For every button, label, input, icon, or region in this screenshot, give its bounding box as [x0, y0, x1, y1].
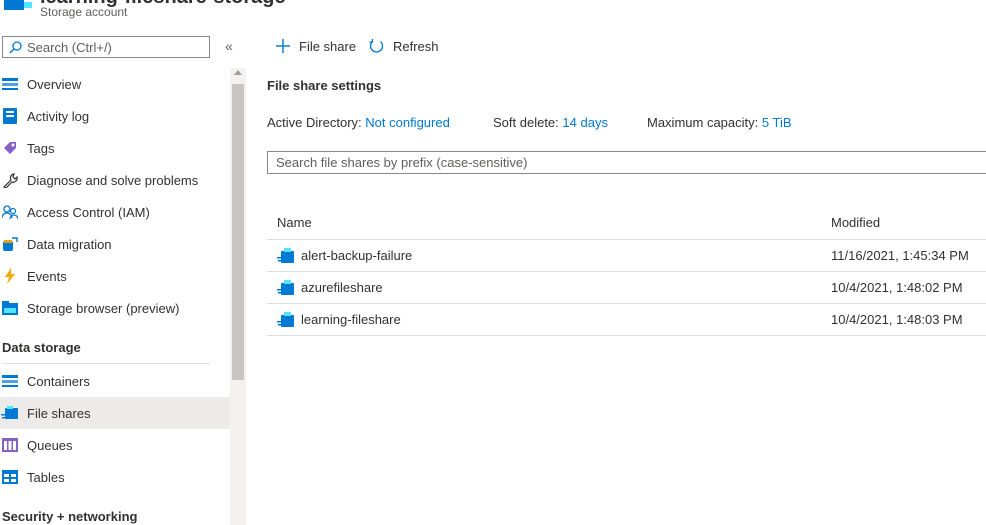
queues-icon — [1, 436, 19, 454]
section-divider — [2, 363, 210, 364]
active-directory-label: Active Directory: — [267, 115, 362, 130]
storage-account-icon — [4, 0, 32, 10]
sidebar-item-label: Diagnose and solve problems — [27, 172, 199, 188]
sidebar-search-input[interactable]: Search (Ctrl+/) — [2, 36, 210, 58]
active-directory-setting: Active Directory: Not configured — [267, 115, 450, 130]
sidebar-item-label: Activity log — [27, 108, 90, 124]
maximum-capacity-setting: Maximum capacity: 5 TiB — [647, 115, 792, 130]
sidebar-item-label: File shares — [27, 405, 91, 421]
table-row[interactable]: learning-fileshare 10/4/2021, 1:48:03 PM — [267, 304, 986, 336]
sidebar-item-label: Tags — [27, 140, 55, 156]
search-icon — [9, 41, 22, 54]
file-share-icon — [1, 404, 19, 422]
column-header-modified[interactable]: Modified — [831, 215, 880, 230]
scroll-up-icon[interactable] — [234, 70, 242, 75]
file-share-name: alert-backup-failure — [301, 248, 413, 263]
sidebar-item-label: Queues — [27, 437, 73, 453]
section-security-networking: Security + networking — [2, 509, 138, 524]
sidebar-scrollbar-thumb[interactable] — [232, 84, 244, 380]
sidebar-item-label: Containers — [27, 373, 90, 389]
file-share-modified: 10/4/2021, 1:48:03 PM — [831, 312, 963, 327]
column-header-name[interactable]: Name — [277, 215, 312, 230]
maximum-capacity-link[interactable]: 5 TiB — [762, 115, 792, 130]
sidebar-item-events[interactable]: Events — [0, 260, 230, 292]
file-share-icon — [277, 248, 295, 267]
refresh-label: Refresh — [393, 39, 439, 54]
file-share-icon — [277, 280, 295, 299]
sidebar-item-overview[interactable]: Overview — [0, 68, 230, 100]
lightning-icon — [1, 267, 19, 285]
tag-icon — [1, 139, 19, 157]
data-migration-icon — [1, 235, 19, 253]
page-subtitle: Storage account — [40, 5, 128, 19]
soft-delete-link[interactable]: 14 days — [562, 115, 608, 130]
sidebar-item-tags[interactable]: Tags — [0, 132, 230, 164]
sidebar-item-storage-browser[interactable]: Storage browser (preview) — [0, 292, 230, 324]
table-row[interactable]: azurefileshare 10/4/2021, 1:48:02 PM — [267, 272, 986, 304]
sidebar-item-label: Tables — [27, 469, 65, 485]
collapse-sidebar-icon[interactable]: « — [225, 38, 233, 54]
sidebar-item-queues[interactable]: Queues — [0, 429, 230, 461]
plus-icon — [276, 39, 290, 53]
sidebar-item-label: Overview — [27, 76, 82, 92]
table-row[interactable]: alert-backup-failure 11/16/2021, 1:45:34… — [267, 240, 986, 272]
sidebar-item-file-shares[interactable]: File shares — [0, 397, 230, 429]
file-share-search-input[interactable]: Search file shares by prefix (case-sensi… — [267, 151, 986, 174]
sidebar-item-label: Events — [27, 268, 67, 284]
sidebar-item-containers[interactable]: Containers — [0, 365, 230, 397]
add-file-share-label: File share — [299, 38, 357, 54]
containers-icon — [1, 372, 19, 390]
refresh-button[interactable]: Refresh — [368, 38, 439, 55]
sidebar-item-diagnose[interactable]: Diagnose and solve problems — [0, 164, 230, 196]
refresh-icon — [369, 39, 384, 53]
file-share-name: learning-fileshare — [301, 312, 401, 327]
sidebar-item-access-control[interactable]: Access Control (IAM) — [0, 196, 230, 228]
file-share-name: azurefileshare — [301, 280, 383, 295]
maximum-capacity-label: Maximum capacity: — [647, 115, 759, 130]
soft-delete-label: Soft delete: — [493, 115, 559, 130]
file-share-modified: 11/16/2021, 1:45:34 PM — [831, 248, 969, 263]
storage-browser-icon — [1, 299, 19, 317]
section-data-storage: Data storage — [2, 340, 81, 355]
people-icon — [1, 203, 19, 221]
file-share-modified: 10/4/2021, 1:48:02 PM — [831, 280, 963, 295]
sidebar-item-tables[interactable]: Tables — [0, 461, 230, 493]
tables-icon — [1, 468, 19, 486]
file-share-icon — [277, 312, 295, 331]
sidebar-item-data-migration[interactable]: Data migration — [0, 228, 230, 260]
search-placeholder: Search (Ctrl+/) — [27, 40, 112, 55]
activity-log-icon — [1, 107, 19, 125]
wrench-icon — [1, 171, 19, 189]
file-share-settings-title: File share settings — [267, 78, 382, 93]
sidebar-item-label: Data migration — [27, 236, 112, 252]
add-file-share-button[interactable]: File share — [275, 38, 356, 54]
soft-delete-setting: Soft delete: 14 days — [493, 115, 608, 130]
sidebar-item-label: Storage browser (preview) — [27, 300, 180, 316]
overview-icon — [1, 75, 19, 93]
sidebar-item-activity-log[interactable]: Activity log — [0, 100, 230, 132]
active-directory-link[interactable]: Not configured — [365, 115, 450, 130]
file-share-search-placeholder: Search file shares by prefix (case-sensi… — [276, 155, 528, 170]
sidebar-item-label: Access Control (IAM) — [27, 204, 150, 220]
